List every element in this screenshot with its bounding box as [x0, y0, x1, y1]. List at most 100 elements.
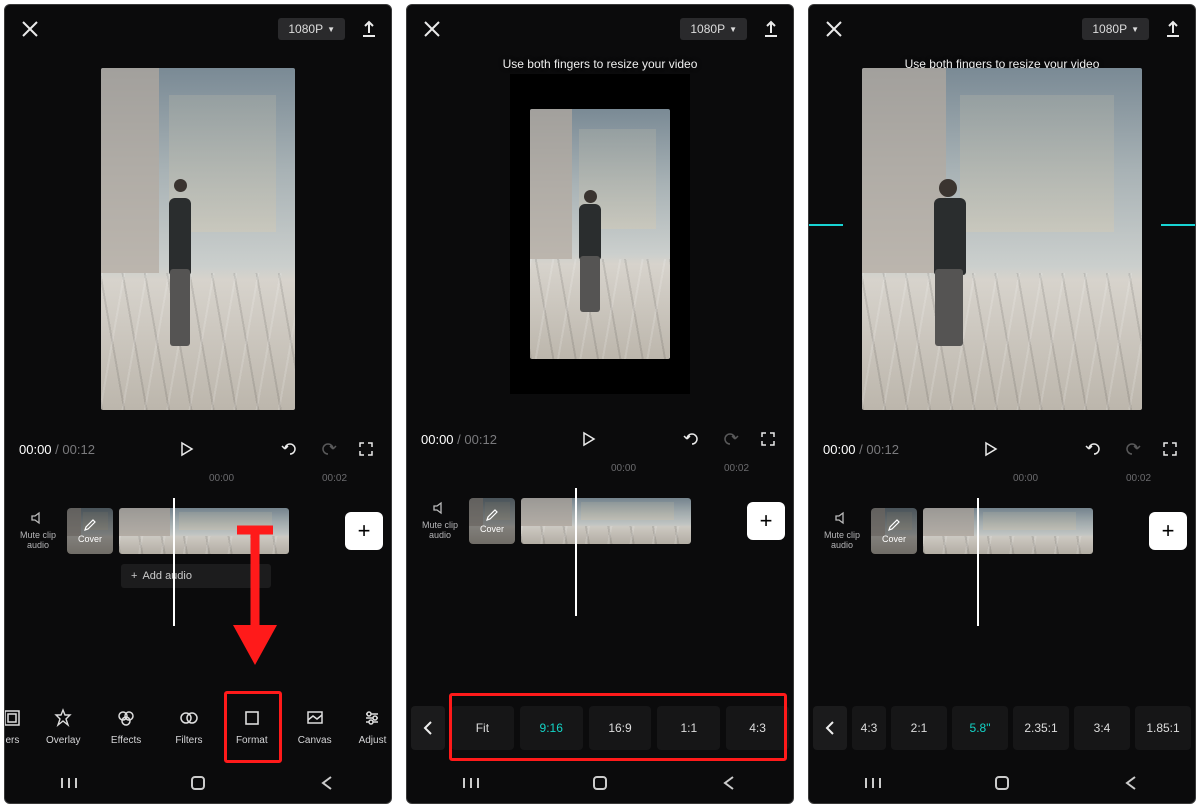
duration-time: 00:12 — [464, 432, 497, 447]
mute-clip-button[interactable]: Mute clipaudio — [819, 511, 865, 551]
screen-2: 1080P ▼ Use both fingers to resize your v… — [406, 4, 794, 804]
redo-button[interactable] — [1121, 438, 1143, 460]
aspect-3-4[interactable]: 3:4 — [1074, 706, 1130, 750]
close-button[interactable] — [821, 16, 847, 42]
format-canvas[interactable] — [510, 74, 690, 394]
timeline[interactable]: Mute clip audio Cover + + Add audio — [5, 506, 391, 596]
aspect-4-3[interactable]: 4:3 — [852, 706, 886, 750]
video-clip[interactable] — [119, 508, 289, 554]
recent-apps-button[interactable] — [459, 771, 483, 795]
close-icon — [21, 20, 39, 38]
plus-icon: + — [131, 570, 137, 582]
tool-overlay[interactable]: Overlay — [36, 706, 90, 746]
mute-label: Mute clip — [15, 530, 61, 541]
close-button[interactable] — [17, 16, 43, 42]
export-button[interactable] — [359, 19, 379, 39]
cover-button[interactable]: Cover — [469, 498, 515, 544]
aspect-1-85-1[interactable]: 1.85:1 — [1135, 706, 1191, 750]
video-preview[interactable] — [862, 68, 1142, 410]
current-time: 00:00 — [19, 442, 52, 457]
aspect-label: 2:1 — [911, 721, 928, 735]
export-button[interactable] — [761, 19, 781, 39]
back-button[interactable] — [1119, 771, 1143, 795]
play-button[interactable] — [980, 438, 1002, 460]
annotation-highlight — [449, 693, 787, 761]
video-preview[interactable] — [101, 68, 295, 410]
tool-label: Filters — [175, 735, 202, 746]
export-button[interactable] — [1163, 19, 1183, 39]
back-button[interactable] — [717, 771, 741, 795]
cover-button[interactable]: Cover — [871, 508, 917, 554]
playhead[interactable] — [977, 498, 979, 626]
cover-button[interactable]: Cover — [67, 508, 113, 554]
tool-effects[interactable]: Effects — [99, 706, 153, 746]
redo-button[interactable] — [317, 438, 339, 460]
aspect-5-8[interactable]: 5.8" — [952, 706, 1008, 750]
resolution-label: 1080P — [690, 22, 725, 36]
redo-icon — [319, 440, 337, 458]
mute-label: audio — [15, 540, 61, 551]
aspect-2-1[interactable]: 2:1 — [891, 706, 947, 750]
aspect-back-button[interactable] — [411, 706, 445, 750]
playhead[interactable] — [173, 498, 175, 626]
preview-area[interactable]: Use both fingers to resize your video — [407, 49, 793, 419]
timeline[interactable]: Mute clipaudio Cover + — [809, 506, 1195, 596]
cover-label: Cover — [882, 534, 906, 544]
add-audio-button[interactable]: + Add audio — [121, 564, 271, 588]
ruler-mark: 00:00 — [1013, 473, 1038, 484]
back-button[interactable] — [315, 771, 339, 795]
resolution-label: 1080P — [288, 22, 323, 36]
export-icon — [360, 20, 378, 38]
resize-hint: Use both fingers to resize your video — [503, 57, 698, 71]
home-button[interactable] — [588, 771, 612, 795]
tool-canvas[interactable]: Canvas — [288, 706, 342, 746]
cover-label: Cover — [480, 524, 504, 534]
tool-adjust[interactable]: Adjust — [350, 706, 392, 746]
close-icon — [825, 20, 843, 38]
fullscreen-button[interactable] — [355, 438, 377, 460]
home-button[interactable] — [990, 771, 1014, 795]
recent-apps-button[interactable] — [57, 771, 81, 795]
ruler-mark: 00:02 — [1126, 473, 1151, 484]
ruler-mark: 00:00 — [611, 463, 636, 474]
aspect-2-35-1[interactable]: 2.35:1 — [1013, 706, 1069, 750]
tool-filters[interactable]: Filters — [162, 706, 216, 746]
fullscreen-icon — [760, 431, 776, 447]
chevron-down-icon: ▼ — [729, 25, 737, 34]
video-clip[interactable] — [923, 508, 1093, 554]
fullscreen-icon — [1162, 441, 1178, 457]
fullscreen-button[interactable] — [1159, 438, 1181, 460]
home-button[interactable] — [186, 771, 210, 795]
preview-area[interactable] — [5, 49, 391, 429]
mute-label: audio — [417, 530, 463, 541]
fullscreen-button[interactable] — [757, 428, 779, 450]
alignment-guide — [809, 224, 843, 226]
resolution-dropdown[interactable]: 1080P ▼ — [278, 18, 345, 40]
video-preview[interactable] — [530, 109, 670, 359]
add-clip-button[interactable]: + — [345, 512, 383, 550]
speaker-icon — [417, 501, 463, 518]
resolution-label: 1080P — [1092, 22, 1127, 36]
resolution-dropdown[interactable]: 1080P ▼ — [680, 18, 747, 40]
video-clip[interactable] — [521, 498, 691, 544]
resolution-dropdown[interactable]: 1080P▼ — [1082, 18, 1149, 40]
recent-apps-button[interactable] — [861, 771, 885, 795]
undo-button[interactable] — [681, 428, 703, 450]
close-button[interactable] — [419, 16, 445, 42]
play-button[interactable] — [176, 438, 198, 460]
preview-area[interactable]: Use both fingers to resize your video — [809, 49, 1195, 429]
aspect-back-button[interactable] — [813, 706, 847, 750]
tool-label: Overlay — [46, 735, 80, 746]
mute-clip-button[interactable]: Mute clip audio — [15, 511, 61, 551]
add-clip-button[interactable]: + — [1149, 512, 1187, 550]
mute-clip-button[interactable]: Mute clipaudio — [417, 501, 463, 541]
undo-button[interactable] — [1083, 438, 1105, 460]
tool-layers[interactable]: ers — [4, 706, 27, 746]
play-button[interactable] — [578, 428, 600, 450]
undo-button[interactable] — [279, 438, 301, 460]
add-clip-button[interactable]: + — [747, 502, 785, 540]
edit-icon — [83, 518, 97, 534]
timeline[interactable]: Mute clipaudio Cover + — [407, 496, 793, 586]
playhead[interactable] — [575, 488, 577, 616]
redo-button[interactable] — [719, 428, 741, 450]
